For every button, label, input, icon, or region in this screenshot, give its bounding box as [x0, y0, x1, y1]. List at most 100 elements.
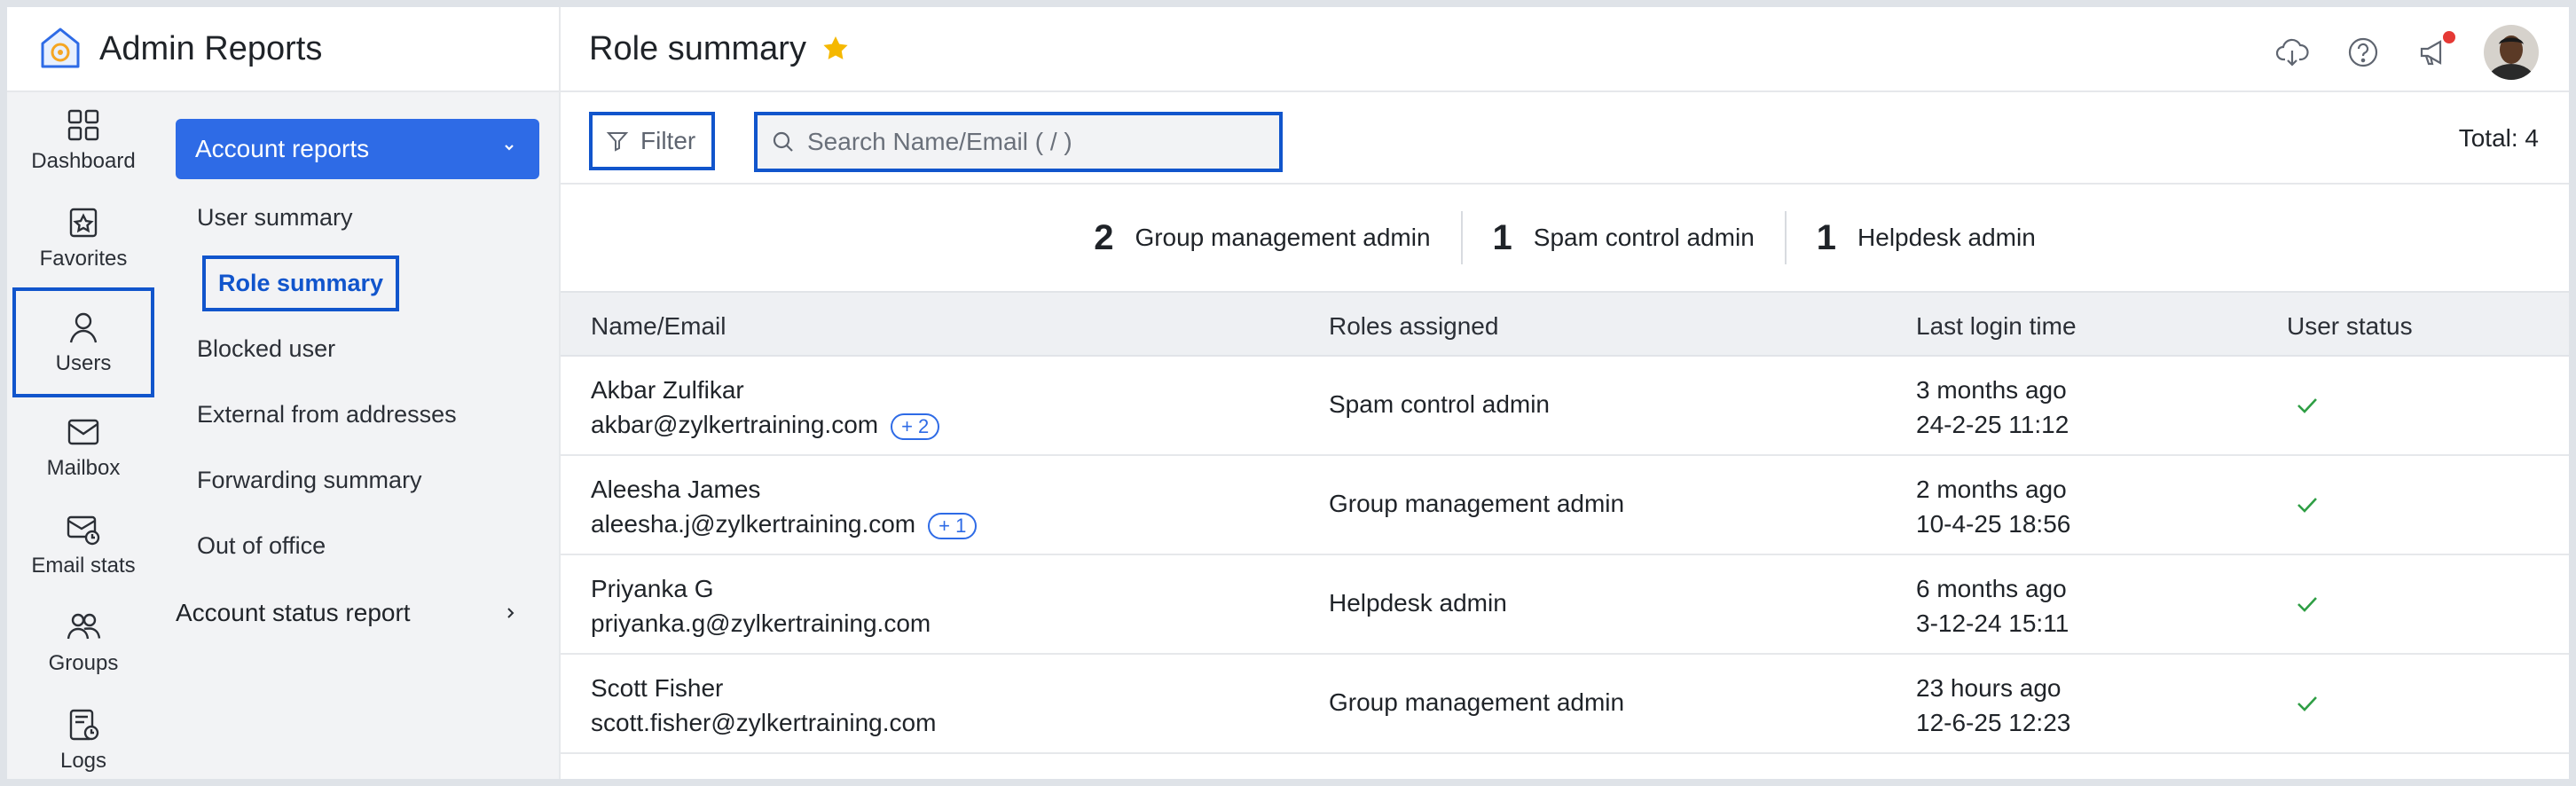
nav-link-blocked-user[interactable]: Blocked user	[197, 335, 335, 363]
account-reports-group-toggle[interactable]: Account reports	[176, 119, 539, 179]
login-relative: 2 months ago	[1916, 476, 2067, 503]
rail-item-mailbox[interactable]: Mailbox	[12, 399, 154, 495]
rail-item-logs[interactable]: Logs	[12, 692, 154, 779]
role-summary-strip: 2 Group management admin 1 Spam control …	[561, 185, 2569, 291]
favorites-icon	[69, 208, 98, 238]
summary-count: 1	[1492, 217, 1512, 257]
rail-label: Favorites	[39, 247, 128, 271]
role-cell: Helpdesk admin	[1329, 589, 1507, 617]
app-title: Admin Reports	[99, 29, 323, 67]
report-toolbar: Filter Total: 4	[561, 92, 2569, 185]
login-time: 10-4-25 18:56	[1916, 510, 2071, 538]
rail-item-groups[interactable]: Groups	[12, 594, 154, 690]
user-name: Scott Fisher	[591, 674, 724, 702]
rail-label: Mailbox	[46, 456, 121, 480]
column-header-last-login[interactable]: Last login time	[1916, 312, 2077, 341]
table-row[interactable]: Aleesha James aleesha.j@zylkertraining.c…	[561, 456, 2569, 555]
summary-label: Spam control admin	[1533, 224, 1755, 251]
role-cell: Spam control admin	[1329, 390, 1551, 418]
login-time: 12-6-25 12:23	[1916, 709, 2071, 736]
rail-item-dashboard[interactable]: Dashboard	[12, 92, 154, 188]
rail-label: Groups	[48, 651, 119, 675]
search-box[interactable]	[754, 112, 1283, 172]
avatar[interactable]	[2484, 25, 2539, 80]
last-login-cell: 3 months ago 24-2-25 11:12	[1916, 373, 2069, 442]
summary-item: 1 Helpdesk admin	[1784, 211, 2066, 264]
extra-roles-badge[interactable]: + 1	[928, 512, 978, 539]
role-cell: Group management admin	[1329, 688, 1625, 716]
help-button[interactable]	[2345, 35, 2381, 70]
name-email-cell: Scott Fisher scott.fisher@zylkertraining…	[591, 671, 936, 740]
user-email: aleesha.j@zylkertraining.com	[591, 510, 916, 538]
nav-link-out-of-office[interactable]: Out of office	[197, 532, 326, 560]
header-actions	[2239, 25, 2539, 80]
user-avatar-icon	[2484, 25, 2539, 80]
summary-label: Helpdesk admin	[1857, 224, 2036, 251]
last-login-cell: 6 months ago 3-12-24 15:11	[1916, 571, 2069, 641]
nav-section-account-status-report[interactable]: Account status report	[176, 598, 539, 628]
rail-label: Email stats	[31, 554, 136, 578]
user-email: akbar@zylkertraining.com	[591, 411, 879, 438]
name-email-cell: Akbar Zulfikar akbar@zylkertraining.com +…	[591, 373, 940, 442]
table-row[interactable]: Priyanka G priyanka.g@zylkertraining.com…	[561, 555, 2569, 655]
role-cell: Group management admin	[1329, 490, 1625, 517]
search-input[interactable]	[807, 128, 1268, 156]
notification-dot	[2443, 31, 2455, 43]
group-label: Account reports	[195, 135, 370, 162]
chevron-down-icon	[505, 145, 514, 151]
login-relative: 3 months ago	[1916, 376, 2067, 404]
check-icon	[2297, 498, 2317, 513]
user-email: priyanka.g@zylkertraining.com	[591, 609, 931, 637]
rail-item-email-stats[interactable]: Email stats	[12, 497, 154, 593]
nav-link-external-from-addresses[interactable]: External from addresses	[197, 401, 457, 428]
rail-item-favorites[interactable]: Favorites	[12, 190, 154, 286]
page-header: Role summary	[561, 7, 2569, 92]
email-stats-icon	[67, 515, 100, 546]
nav-link-forwarding-summary[interactable]: Forwarding summary	[197, 467, 422, 494]
user-email: scott.fisher@zylkertraining.com	[591, 709, 937, 736]
favorite-star-icon[interactable]	[821, 34, 851, 64]
section-label: Account status report	[176, 599, 411, 626]
nav-link-role-summary[interactable]: Role summary	[202, 255, 400, 311]
check-icon	[2297, 398, 2317, 413]
table-row[interactable]: Akbar Zulfikar akbar@zylkertraining.com +…	[561, 357, 2569, 456]
user-icon	[69, 312, 98, 343]
login-time: 24-2-25 11:12	[1916, 411, 2069, 438]
announcements-button[interactable]	[2416, 31, 2455, 70]
dashboard-icon	[67, 109, 99, 141]
summary-item: 2 Group management admin	[1064, 211, 1460, 264]
login-relative: 23 hours ago	[1916, 674, 2062, 702]
last-login-cell: 2 months ago 10-4-25 18:56	[1916, 472, 2070, 541]
name-email-cell: Aleesha James aleesha.j@zylkertraining.c…	[591, 472, 978, 541]
download-button[interactable]	[2274, 35, 2310, 70]
mailbox-icon	[67, 419, 99, 445]
filter-button[interactable]: Filter	[589, 112, 715, 170]
table-row[interactable]: Scott Fisher scott.fisher@zylkertraining…	[561, 655, 2569, 754]
check-icon	[2297, 696, 2317, 711]
summary-count: 2	[1094, 217, 1114, 257]
rail-item-users[interactable]: Users	[12, 287, 154, 397]
admin-reports-logo-icon	[41, 28, 80, 68]
nav-link-user-summary[interactable]: User summary	[197, 204, 353, 232]
help-icon	[2348, 37, 2378, 67]
column-header-name-email[interactable]: Name/Email	[591, 312, 726, 341]
login-relative: 6 months ago	[1916, 575, 2067, 602]
search-icon	[773, 131, 793, 152]
groups-icon	[67, 613, 101, 640]
user-name: Aleesha James	[591, 476, 761, 503]
app-window: Admin Reports Dashboard Favorites Users	[7, 7, 2569, 779]
last-login-cell: 23 hours ago 12-6-25 12:23	[1916, 671, 2070, 740]
column-header-roles[interactable]: Roles assigned	[1329, 312, 1498, 341]
extra-roles-badge[interactable]: + 2	[891, 413, 940, 440]
name-email-cell: Priyanka G priyanka.g@zylkertraining.com	[591, 571, 931, 641]
app-brand: Admin Reports	[7, 7, 561, 92]
rail-label: Logs	[59, 749, 107, 773]
reports-subnav: Account reports User summary Role summar…	[156, 92, 561, 779]
page-title: Role summary	[589, 29, 806, 67]
filter-icon	[606, 132, 629, 152]
cloud-download-icon	[2275, 38, 2309, 67]
icon-rail: Dashboard Favorites Users Mailbox Email …	[7, 92, 156, 779]
column-header-user-status[interactable]: User status	[2287, 312, 2413, 341]
summary-label: Group management admin	[1135, 224, 1431, 251]
user-name: Priyanka G	[591, 575, 714, 602]
